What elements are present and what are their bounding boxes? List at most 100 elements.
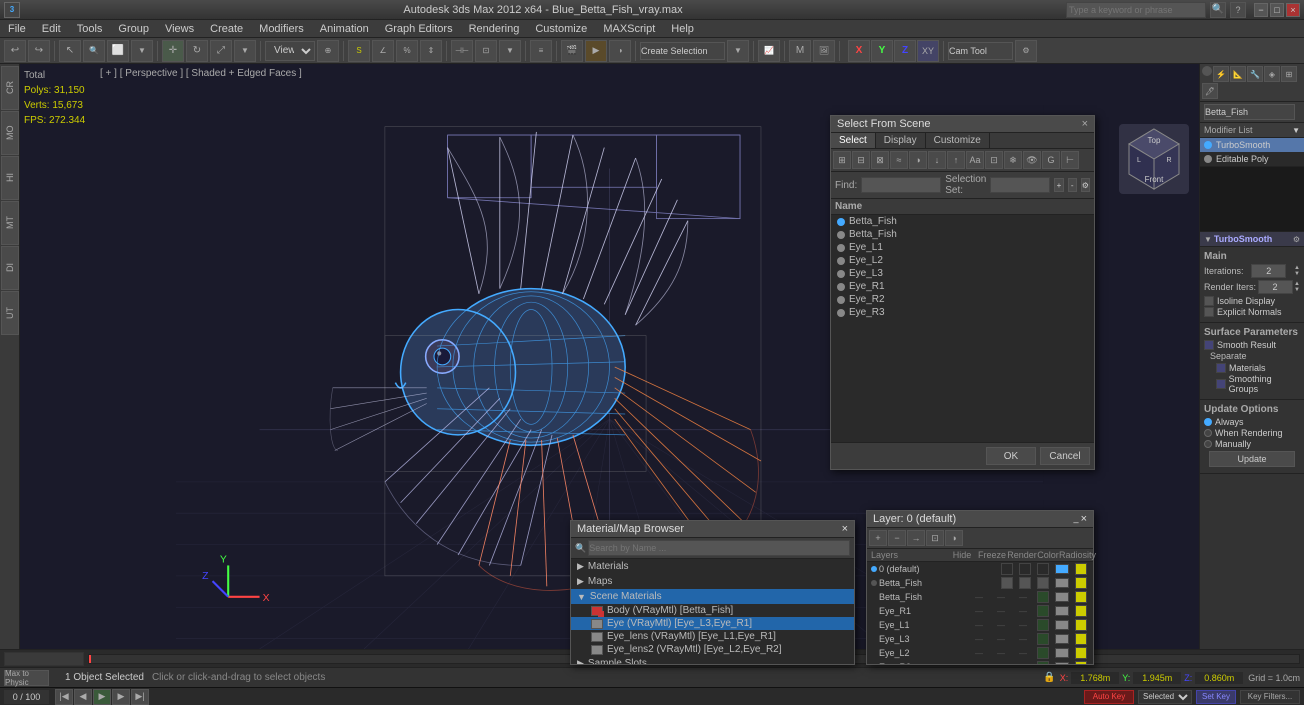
delete-layer-btn[interactable]: − <box>888 530 906 546</box>
menu-maxscript[interactable]: MAXScript <box>599 23 659 35</box>
select-region-button[interactable]: ⬜ <box>107 40 129 62</box>
menu-animation[interactable]: Animation <box>316 23 373 35</box>
curve-editor[interactable]: 📈 <box>758 40 780 62</box>
panel-icon-6[interactable]: 🖊 <box>1202 83 1218 99</box>
layer-row-eyl1[interactable]: Eye_L1 — — — <box>867 618 1093 632</box>
align-button[interactable]: ⊡ <box>475 40 497 62</box>
groups-btn[interactable]: G <box>1042 151 1060 169</box>
highlight-layer-btn[interactable]: ◑ <box>945 530 963 546</box>
list-item-eye-l3[interactable]: Eye_L3 <box>831 267 1094 280</box>
layer-radio-eyr1[interactable] <box>1075 605 1087 617</box>
layer-color-eyl3[interactable] <box>1055 634 1069 644</box>
filter-btn[interactable]: ⊡ <box>985 151 1003 169</box>
goto-end-btn[interactable]: ▶| <box>131 689 149 705</box>
select-scene-dialog-close[interactable]: × <box>1082 118 1088 130</box>
select-invert-btn[interactable]: ⊠ <box>871 151 889 169</box>
layer-render-eyl1[interactable] <box>1037 619 1049 631</box>
when-rendering-radio[interactable] <box>1204 429 1212 437</box>
help-icon[interactable]: ? <box>1230 2 1246 18</box>
menu-views[interactable]: Views <box>161 23 198 35</box>
layer-freeze-betta[interactable] <box>1019 577 1031 589</box>
iterations-input[interactable] <box>1251 264 1286 278</box>
render-button[interactable]: ▶ <box>585 40 607 62</box>
motion-tab[interactable]: MT <box>1 201 19 245</box>
panel-icon-2[interactable]: 📐 <box>1230 66 1246 82</box>
layer-radio-eyl3[interactable] <box>1075 633 1087 645</box>
timeline-bar[interactable] <box>4 652 84 666</box>
list-item-eye-l1[interactable]: Eye_L1 <box>831 241 1094 254</box>
mat-category-maps[interactable]: ▶ Maps <box>571 574 854 589</box>
next-frame-btn[interactable]: ▶ <box>112 689 130 705</box>
update-button[interactable]: Update <box>1209 451 1295 467</box>
render-iters-spinner[interactable]: ▲▼ <box>1294 281 1300 293</box>
search-input[interactable] <box>1066 2 1206 18</box>
layers-minimize[interactable]: _ <box>1074 513 1079 525</box>
scale-type-button[interactable]: ▼ <box>234 40 256 62</box>
key-mode-select[interactable]: Selected <box>1138 690 1192 704</box>
cam-tool-input[interactable] <box>948 42 1013 60</box>
layer-freeze-default[interactable] <box>1019 563 1031 575</box>
key-filters-btn[interactable]: Key Filters... <box>1240 690 1300 704</box>
auto-key-btn[interactable]: Auto Key <box>1084 690 1134 704</box>
layer-render-eyl3[interactable] <box>1037 633 1049 645</box>
mat-category-sample-slots[interactable]: ▶ Sample Slots <box>571 656 854 664</box>
menu-create[interactable]: Create <box>206 23 247 35</box>
isoline-checkbox[interactable] <box>1204 296 1214 306</box>
layer-row-eyer1[interactable]: Eye_R1 — — — <box>867 604 1093 618</box>
utilities-tab[interactable]: UT <box>1 291 19 335</box>
navigation-cube[interactable]: Top R L Front <box>1119 124 1189 194</box>
manually-radio[interactable] <box>1204 440 1212 448</box>
layer-render-eyr3[interactable] <box>1037 661 1049 664</box>
modify-tab[interactable]: MO <box>1 111 19 155</box>
tab-select[interactable]: Select <box>831 133 876 148</box>
always-radio[interactable] <box>1204 418 1212 426</box>
highlight-btn[interactable]: ◑ <box>909 151 927 169</box>
list-item-eye-r1[interactable]: Eye_R1 <box>831 280 1094 293</box>
layer-color-eyl1[interactable] <box>1055 620 1069 630</box>
materials-checkbox[interactable] <box>1216 363 1226 373</box>
layer-hide-betta[interactable] <box>1001 577 1013 589</box>
mat-item-eye-lens[interactable]: Eye_lens (VRayMtl) [Eye_L1,Eye_R1] <box>571 630 854 643</box>
layers-close[interactable]: × <box>1081 513 1087 525</box>
select-object-button[interactable]: ↖ <box>59 40 81 62</box>
menu-tools[interactable]: Tools <box>73 23 107 35</box>
layer-radio-eyl1[interactable] <box>1075 619 1087 631</box>
tab-display[interactable]: Display <box>876 133 926 148</box>
layer-radiosity-default[interactable] <box>1075 563 1087 575</box>
move-button[interactable]: ✛ <box>162 40 184 62</box>
case-btn[interactable]: Aa <box>966 151 984 169</box>
hide-btn[interactable]: 👁 <box>1023 151 1041 169</box>
set-key-btn[interactable]: Set Key <box>1196 690 1236 704</box>
add-selection-btn[interactable]: → <box>907 530 925 546</box>
turbosmooth-expand[interactable]: ▼ <box>1204 235 1212 244</box>
named-sel-dropdown[interactable]: ▼ <box>727 40 749 62</box>
mat-item-eye-lens2[interactable]: Eye_lens2 (VRayMtl) [Eye_L2,Eye_R2] <box>571 643 854 656</box>
new-layer-btn[interactable]: + <box>869 530 887 546</box>
select-by-name-button[interactable]: 🔍 <box>83 40 105 62</box>
modifier-list-dropdown[interactable]: ▼ <box>1292 126 1300 135</box>
mirror-button[interactable]: ⊣⊢ <box>451 40 473 62</box>
freeze-btn[interactable]: ❄ <box>1004 151 1022 169</box>
list-item-eye-l2[interactable]: Eye_L2 <box>831 254 1094 267</box>
layer-render-default[interactable] <box>1037 563 1049 575</box>
hierarchy-tab[interactable]: HI <box>1 156 19 200</box>
list-item-eye-r3[interactable]: Eye_R3 <box>831 306 1094 319</box>
select-objects-btn[interactable]: ⊡ <box>926 530 944 546</box>
z-axis-btn[interactable]: Z <box>894 40 916 62</box>
scale-button[interactable]: ⤢ <box>210 40 232 62</box>
move-gizmo-btn[interactable]: Max to Physic <box>4 670 49 686</box>
align-dropdown[interactable]: ▼ <box>499 40 521 62</box>
layer-radio-eyr3[interactable] <box>1075 661 1087 664</box>
layer-row-default[interactable]: 0 (default) <box>867 562 1093 576</box>
layer-radio-sub1[interactable] <box>1075 591 1087 603</box>
cancel-button[interactable]: Cancel <box>1040 447 1090 465</box>
turbosmooth-options[interactable]: ⚙ <box>1293 235 1300 244</box>
coord-system-dropdown[interactable]: View <box>265 41 315 61</box>
redo-button[interactable]: ↪ <box>28 40 50 62</box>
smoothing-groups-checkbox[interactable] <box>1216 379 1226 389</box>
select-similar-btn[interactable]: ≈ <box>890 151 908 169</box>
layer-color-eyr3[interactable] <box>1055 662 1069 664</box>
material-browser-close[interactable]: × <box>842 523 848 535</box>
layer-render-betta[interactable] <box>1037 577 1049 589</box>
sel-set-btn3[interactable]: ⚙ <box>1081 178 1090 192</box>
